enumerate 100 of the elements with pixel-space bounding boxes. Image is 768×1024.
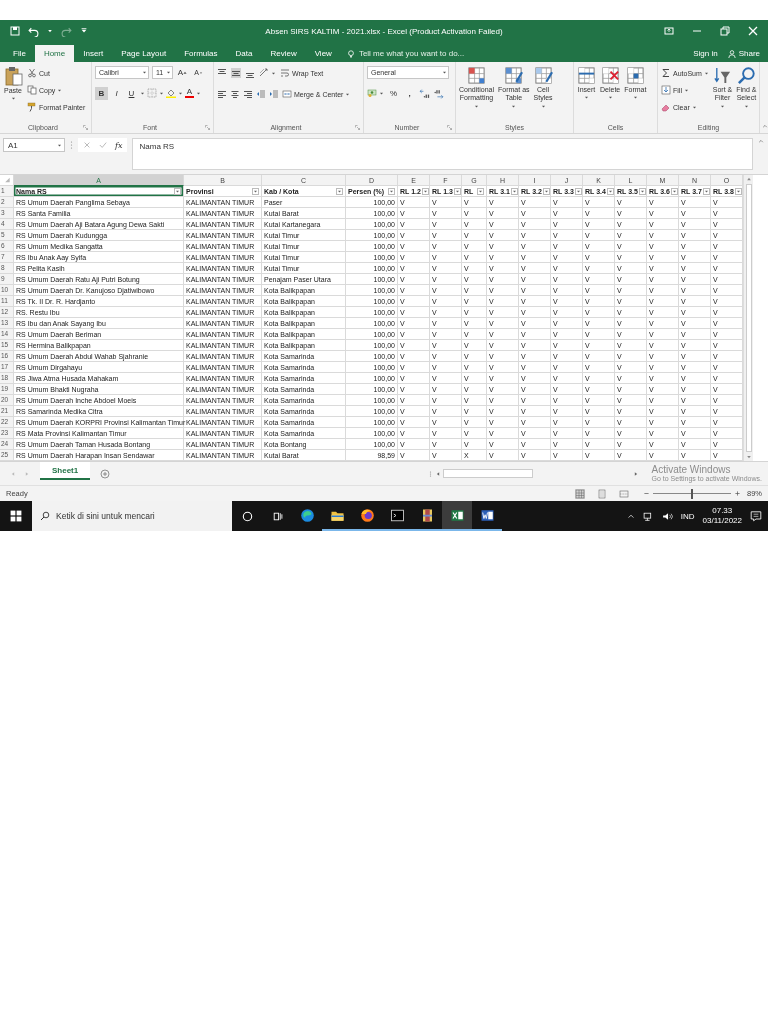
filter-button[interactable] (542, 187, 550, 195)
filter-button[interactable] (702, 187, 710, 195)
caret-icon (703, 188, 709, 194)
dialog-launcher-icon[interactable] (83, 124, 88, 130)
sigma-icon (661, 68, 671, 78)
sign-in-link[interactable]: Sign in (693, 49, 718, 58)
caret-icon (584, 95, 589, 101)
comma-button[interactable]: , (403, 86, 416, 100)
cancel-icon[interactable] (83, 141, 91, 149)
filter-button[interactable] (174, 187, 181, 195)
zoom-in-icon[interactable] (734, 490, 741, 497)
window-title: Absen SIRS KALTIM - 2021.xlsx - Excel (Product Activation Failed) (264, 26, 504, 36)
search-field[interactable]: Ketik di sini untuk mencari (32, 501, 232, 531)
previous-sheet-icon[interactable] (10, 470, 16, 477)
caret-icon[interactable] (47, 28, 53, 34)
filter-button[interactable] (638, 187, 646, 195)
dialog-launcher-icon[interactable] (447, 124, 452, 130)
filter-button[interactable] (477, 187, 484, 195)
filter-button[interactable] (670, 187, 678, 195)
collapse-icon[interactable] (758, 138, 764, 144)
zoom-out-icon[interactable] (643, 490, 650, 497)
sheet-tab[interactable]: Sheet1 (40, 462, 91, 480)
filter-button[interactable] (421, 187, 429, 195)
filter-button[interactable] (388, 187, 395, 195)
filter-button[interactable] (574, 187, 582, 195)
formula-field[interactable]: Nama RS (132, 138, 753, 170)
next-sheet-icon[interactable] (24, 470, 30, 477)
caret-icon (178, 90, 183, 96)
spreadsheet-app-icon (449, 507, 465, 523)
copy-icon (27, 85, 37, 95)
filter-button[interactable] (336, 187, 343, 195)
zoom-slider[interactable] (653, 490, 731, 497)
close-icon[interactable] (748, 26, 758, 36)
check-icon[interactable] (99, 141, 107, 149)
align-middle-icon (231, 68, 241, 78)
add-sheet-icon[interactable] (100, 468, 111, 479)
input-language[interactable]: IND (680, 511, 695, 521)
page-layout-icon[interactable] (597, 488, 607, 499)
save-icon[interactable] (10, 26, 20, 36)
lightbulb-icon (346, 49, 355, 58)
ribbon-tab[interactable]: File (4, 45, 35, 62)
grow-font-button[interactable]: A (176, 66, 189, 79)
vertical-scrollbar[interactable] (743, 175, 753, 461)
borders-button[interactable] (147, 86, 164, 100)
splitter-dots-icon[interactable] (70, 138, 73, 152)
dialog-launcher-icon[interactable] (355, 124, 360, 130)
filter-button[interactable] (453, 187, 461, 195)
name-box[interactable]: A1 (3, 138, 65, 152)
ribbon-tab[interactable]: Home (34, 45, 75, 62)
ribbon-tab[interactable]: Page Layout (112, 45, 176, 62)
browser-swirl-icon (299, 507, 315, 523)
clipboard-icon (3, 66, 23, 86)
eraser-icon (661, 102, 671, 112)
normal-view-icon[interactable] (575, 488, 585, 499)
delete-rows-icon (600, 66, 620, 85)
font-color-button[interactable]: A (185, 86, 201, 100)
ribbon-tab[interactable]: Formulas (175, 45, 227, 62)
underline-button[interactable]: U (125, 86, 138, 100)
bold-button[interactable]: B (95, 86, 108, 100)
decrease-indent-icon (256, 89, 266, 99)
ribbon-tab[interactable]: Insert (74, 45, 113, 62)
restore-icon[interactable] (720, 26, 730, 36)
notification-icon[interactable] (750, 510, 762, 522)
caret-icon (175, 188, 180, 194)
ribbon-tab[interactable]: Review (261, 45, 306, 62)
ribbon-tab[interactable]: View (305, 45, 341, 62)
ribbon-display-icon[interactable] (664, 26, 674, 36)
task-view-icon[interactable] (271, 510, 283, 522)
page-break-icon[interactable] (619, 488, 629, 499)
scroll-left-icon (434, 470, 441, 477)
caret-icon (543, 188, 549, 194)
ribbon-tab[interactable]: Data (226, 45, 262, 62)
dialog-launcher-icon[interactable] (205, 124, 210, 130)
accounting-format-button[interactable] (367, 86, 384, 100)
undo-icon[interactable] (28, 25, 39, 37)
taskbar-app[interactable] (442, 501, 472, 531)
volume-icon[interactable] (661, 510, 673, 522)
network-icon[interactable] (642, 510, 654, 522)
italic-button[interactable]: I (110, 86, 123, 100)
search-icon (40, 511, 50, 521)
caret-icon (196, 90, 201, 96)
filter-button[interactable] (734, 187, 742, 195)
tell-me-field[interactable]: Tell me what you want to do... (358, 49, 499, 58)
circle-icon[interactable] (241, 510, 253, 522)
caret-icon (691, 104, 697, 110)
filter-button[interactable] (510, 187, 518, 195)
customize-menu-icon[interactable] (80, 27, 88, 35)
caret-up-icon[interactable] (626, 512, 635, 520)
percent-button[interactable]: % (387, 86, 400, 100)
insert-function-button[interactable]: fx (115, 140, 123, 150)
filter-button[interactable] (606, 187, 614, 195)
caret-icon (159, 90, 164, 96)
filter-button[interactable] (252, 187, 259, 195)
windows-logo-icon[interactable] (10, 510, 22, 522)
clock-date[interactable]: 03/11/2022 (702, 516, 742, 527)
clock-time[interactable]: 07.33 (712, 505, 733, 516)
align-left-icon (217, 89, 227, 99)
caret-icon (478, 188, 483, 194)
collapse-ribbon-icon[interactable] (762, 123, 768, 129)
share-button[interactable]: Share (727, 49, 760, 58)
